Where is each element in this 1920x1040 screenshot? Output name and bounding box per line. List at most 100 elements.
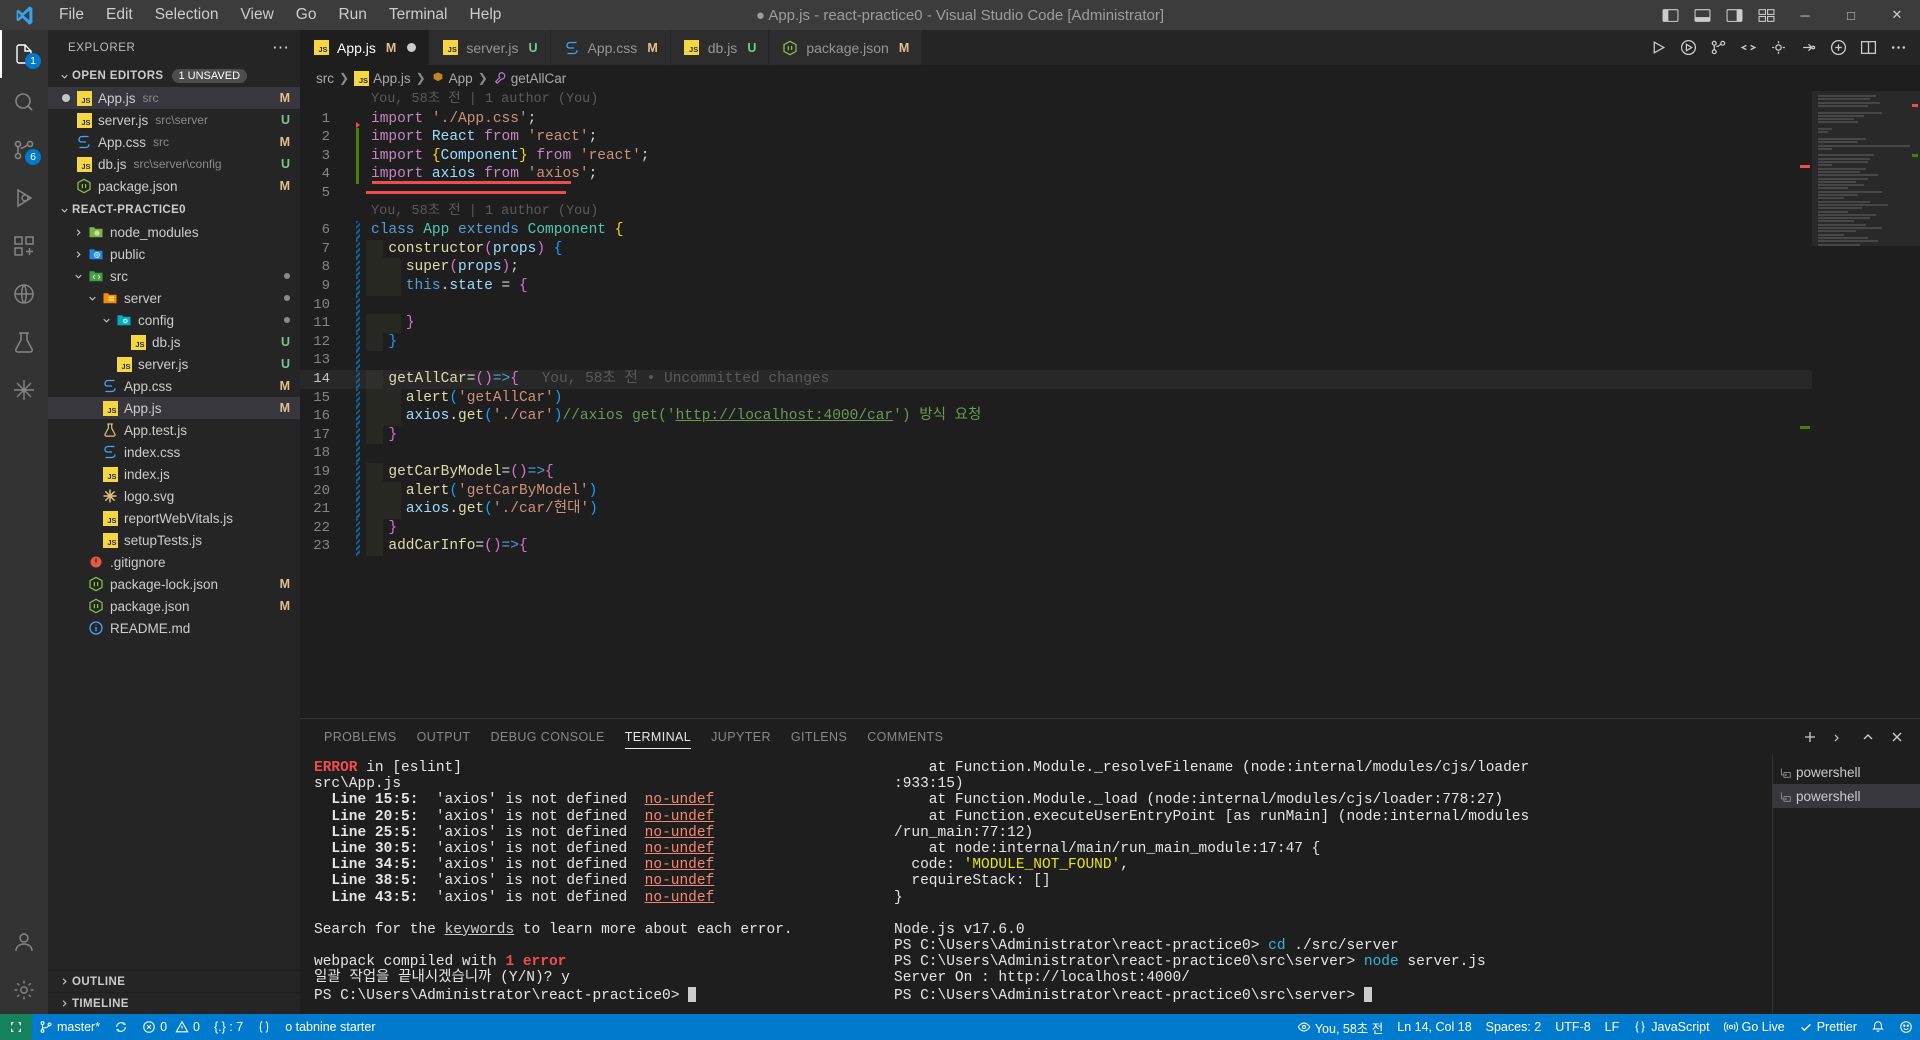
- tree-item-setupTests-js[interactable]: JS setupTests.js: [48, 529, 300, 551]
- menu-help[interactable]: Help: [459, 3, 513, 27]
- chevron-down-icon[interactable]: [84, 293, 100, 304]
- code-line-1[interactable]: 1 import './App.css';: [300, 110, 1812, 129]
- sidebar-item-explorer[interactable]: 1: [0, 30, 48, 78]
- panel-tab-comments[interactable]: COMMENTS: [857, 719, 953, 754]
- section-open-editors[interactable]: OPEN EDITORS 1 unsaved: [48, 65, 300, 87]
- sidebar-item-run-and-debug[interactable]: [0, 174, 48, 222]
- tab-App-js[interactable]: JS App.js M: [300, 30, 430, 65]
- toggle-primary-sidebar-icon[interactable]: [1654, 0, 1686, 30]
- code-line-5[interactable]: 5: [300, 184, 1812, 203]
- open-editor-item-package-json[interactable]: package.json M: [48, 175, 300, 197]
- status-bracket-pair[interactable]: [250, 1014, 278, 1040]
- minimap[interactable]: [1812, 91, 1920, 718]
- code-text[interactable]: }: [366, 332, 1812, 352]
- run-icon[interactable]: [1644, 34, 1672, 62]
- tree-item-src[interactable]: src: [48, 265, 300, 287]
- debug-step-icon[interactable]: [1764, 34, 1792, 62]
- debug-continue-icon[interactable]: [1794, 34, 1822, 62]
- code-text[interactable]: axios.get('./car')//axios get('http://lo…: [366, 407, 1812, 426]
- code-line-8[interactable]: 8 super(props);: [300, 258, 1812, 277]
- status-eol[interactable]: LF: [1598, 1014, 1627, 1040]
- tree-item-config[interactable]: config: [48, 309, 300, 331]
- breadcrumb-symbol-class[interactable]: App: [431, 71, 473, 86]
- chevron-down-icon[interactable]: [98, 315, 114, 326]
- code-link[interactable]: http://localhost:4000/car: [676, 408, 894, 424]
- tree-item-index-css[interactable]: index.css: [48, 441, 300, 463]
- tab-server-js[interactable]: JS server.js U: [429, 30, 551, 65]
- code-text[interactable]: }: [366, 425, 1812, 445]
- terminal-instance-0[interactable]: powershell: [1773, 760, 1920, 784]
- tree-item-public[interactable]: public: [48, 243, 300, 265]
- breadcrumb-file[interactable]: JS App.js: [354, 70, 411, 86]
- tree-item-server[interactable]: server: [48, 287, 300, 309]
- window-maximize-button[interactable]: □: [1828, 0, 1874, 30]
- terminal-instance-1[interactable]: powershell: [1773, 784, 1920, 808]
- code-text[interactable]: import React from 'react';: [366, 128, 1812, 147]
- code-text[interactable]: addCarInfo=()=>{: [366, 537, 1812, 556]
- code-line-14[interactable]: 14 getAllCar=()=>{: [300, 370, 1812, 389]
- code-text[interactable]: alert('getCarByModel'): [366, 481, 1812, 501]
- code-line-20[interactable]: 20 alert('getCarByModel'): [300, 481, 1812, 501]
- status-prettier[interactable]: Prettier: [1792, 1014, 1864, 1040]
- tree-item-index-js[interactable]: JS index.js: [48, 463, 300, 485]
- sidebar-item-test[interactable]: [0, 318, 48, 366]
- terminal-instances-list[interactable]: powershell powershell: [1772, 754, 1920, 1014]
- status-branch[interactable]: master*: [32, 1014, 107, 1040]
- tree-item-server-js[interactable]: JS server.js U: [48, 353, 300, 375]
- sidebar-item-extensions[interactable]: [0, 222, 48, 270]
- panel-tab-terminal[interactable]: TERMINAL: [615, 719, 701, 754]
- breadcrumb-src[interactable]: src: [316, 71, 334, 86]
- toggle-panel-icon[interactable]: [1686, 0, 1718, 30]
- panel-tab-output[interactable]: OUTPUT: [407, 719, 481, 754]
- run-debug-icon[interactable]: [1674, 34, 1702, 62]
- tab-App-css[interactable]: App.css M: [550, 30, 671, 65]
- split-terminal-icon[interactable]: [1826, 724, 1852, 750]
- status-indentation[interactable]: Spaces: 2: [1479, 1014, 1549, 1040]
- tree-item-App-js[interactable]: JS App.js M: [48, 397, 300, 419]
- sidebar-item-custom-star[interactable]: [0, 366, 48, 414]
- code-content[interactable]: You, 58초 전 | 1 author (You) 1 import './Ap…: [300, 91, 1812, 718]
- customize-layout-icon[interactable]: [1750, 0, 1782, 30]
- status-tabnine[interactable]: o tabnine starter: [278, 1014, 382, 1040]
- terminal-output-right[interactable]: at Function.Module._resolveFilename (nod…: [880, 754, 1772, 1014]
- tree-item-App-css[interactable]: App.css M: [48, 375, 300, 397]
- menu-go[interactable]: Go: [285, 3, 328, 27]
- status-spell-checker[interactable]: {.} : 7: [207, 1014, 250, 1040]
- tab-package-json[interactable]: package.json M: [769, 30, 923, 65]
- chevron-up-icon[interactable]: [1855, 724, 1881, 750]
- menu-file[interactable]: File: [48, 3, 95, 27]
- more-actions-icon[interactable]: [1884, 34, 1912, 62]
- code-text[interactable]: }: [366, 518, 1812, 538]
- code-line-6[interactable]: 6 class App extends Component {: [300, 221, 1812, 240]
- code-line-2[interactable]: 2 import React from 'react';: [300, 128, 1812, 147]
- chevron-right-icon[interactable]: [70, 249, 86, 260]
- status-gitlens-blame[interactable]: You, 58초 전: [1290, 1014, 1390, 1040]
- menu-edit[interactable]: Edit: [95, 3, 144, 27]
- sidebar-item-search[interactable]: [0, 78, 48, 126]
- code-line-17[interactable]: 17 }: [300, 425, 1812, 445]
- terminal-output-left[interactable]: ERROR in [eslint] src\App.js Line 15:5: '…: [300, 754, 880, 1014]
- tab-db-js[interactable]: JS db.js U: [670, 30, 770, 65]
- chevron-right-icon[interactable]: [70, 227, 86, 238]
- tree-item--gitignore[interactable]: .gitignore: [48, 551, 300, 573]
- source-control-graph-icon[interactable]: [1704, 34, 1732, 62]
- code-text[interactable]: class App extends Component {: [366, 221, 1812, 240]
- accounts-icon[interactable]: [0, 918, 48, 966]
- code-text[interactable]: this.state = {: [366, 277, 1812, 296]
- tab-dirty-dot[interactable]: [407, 43, 417, 52]
- preview-icon[interactable]: [1824, 34, 1852, 62]
- menu-bar[interactable]: File Edit Selection View Go Run Terminal…: [48, 3, 512, 27]
- open-editor-item-App-css[interactable]: App.css src M: [48, 131, 300, 153]
- code-line-16[interactable]: 16 axios.get('./car')//axios get('http:/…: [300, 407, 1812, 426]
- close-panel-icon[interactable]: [1884, 724, 1910, 750]
- tree-item-reportWebVitals-js[interactable]: JS reportWebVitals.js: [48, 507, 300, 529]
- menu-terminal[interactable]: Terminal: [378, 3, 459, 27]
- split-editor-icon[interactable]: [1854, 34, 1882, 62]
- panel-tab-debug-console[interactable]: DEBUG CONSOLE: [480, 719, 614, 754]
- status-editor-position[interactable]: Ln 14, Col 18: [1390, 1014, 1478, 1040]
- tree-item-App-test-js[interactable]: App.test.js: [48, 419, 300, 441]
- status-notifications[interactable]: [1864, 1014, 1892, 1040]
- tree-item-db-js[interactable]: JS db.js U: [48, 331, 300, 353]
- sidebar-item-remote-explorer[interactable]: [0, 270, 48, 318]
- status-sync[interactable]: [107, 1014, 135, 1040]
